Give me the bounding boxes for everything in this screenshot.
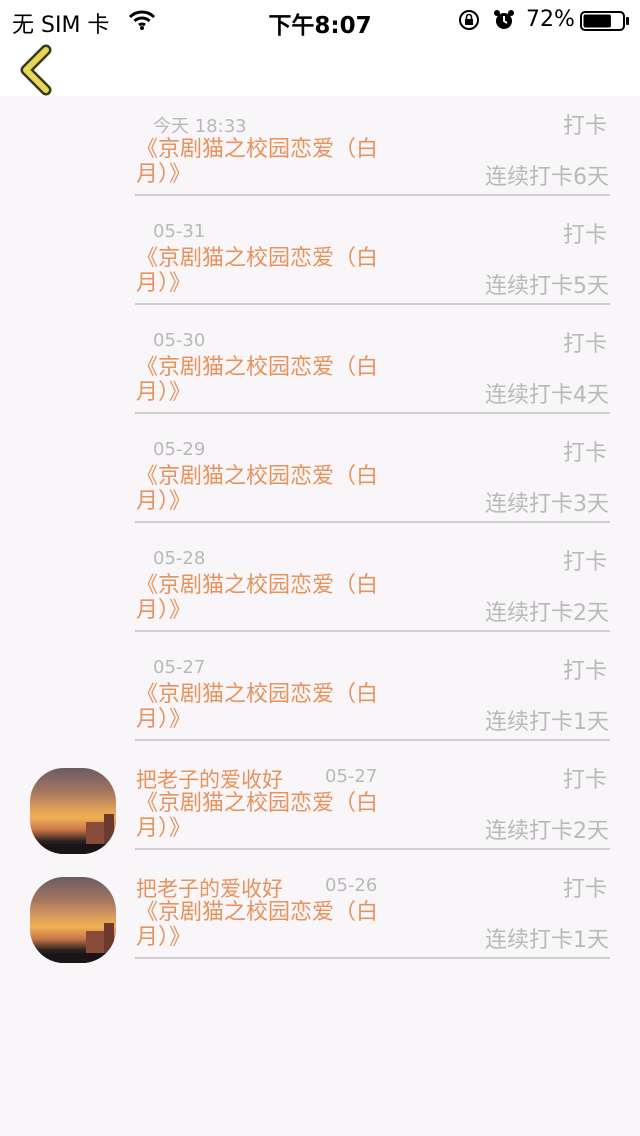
divider	[135, 303, 610, 305]
divider	[135, 957, 610, 959]
book-title[interactable]: 《京剧猫之校园恋爱（白月）》	[136, 464, 416, 514]
streak-count: 连续打卡4天	[485, 383, 609, 408]
username[interactable]: 把老子的爱收好	[136, 873, 283, 903]
book-title[interactable]: 《京剧猫之校园恋爱（白月）》	[136, 573, 416, 623]
divider	[135, 739, 610, 741]
list-item[interactable]: 把老子的爱收好 05-27 《京剧猫之校园恋爱（白月）》 打卡连续打卡2天	[0, 750, 640, 859]
divider	[135, 194, 610, 196]
book-title[interactable]: 《京剧猫之校园恋爱（白月）》	[136, 900, 416, 950]
streak-count: 连续打卡2天	[485, 601, 609, 626]
list-item[interactable]: 05-31 《京剧猫之校园恋爱（白月）》 打卡连续打卡5天	[0, 205, 640, 314]
alarm-icon	[493, 9, 515, 31]
streak-count: 连续打卡2天	[485, 819, 609, 844]
checkin-date: 05-27	[325, 766, 378, 787]
checkin-action: 打卡	[562, 223, 607, 248]
list-item[interactable]: 05-28 《京剧猫之校园恋爱（白月）》 打卡连续打卡2天	[0, 532, 640, 641]
list-item[interactable]: 今天 18:33 《京剧猫之校园恋爱（白月）》 打卡连续打卡6天	[0, 96, 640, 205]
streak-count: 连续打卡6天	[485, 165, 609, 190]
checkin-date: 05-27	[153, 657, 206, 678]
checkin-action: 打卡	[562, 550, 607, 575]
checkin-action: 打卡	[562, 114, 607, 139]
checkin-action: 打卡	[562, 768, 607, 793]
list-item[interactable]: 05-29 《京剧猫之校园恋爱（白月）》 打卡连续打卡3天	[0, 423, 640, 532]
list-item[interactable]: 把老子的爱收好 05-26 《京剧猫之校园恋爱（白月）》 打卡连续打卡1天	[0, 859, 640, 968]
divider	[135, 521, 610, 523]
checkin-action: 打卡	[562, 441, 607, 466]
book-title[interactable]: 《京剧猫之校园恋爱（白月）》	[136, 791, 416, 841]
streak-count: 连续打卡1天	[485, 928, 609, 953]
checkin-action: 打卡	[562, 332, 607, 357]
checkin-list: 今天 18:33 《京剧猫之校园恋爱（白月）》 打卡 连续打卡6天 05-31 《京剧猫之…	[0, 96, 640, 968]
checkin-date: 05-31	[153, 221, 206, 242]
divider	[135, 412, 610, 414]
avatar[interactable]	[30, 877, 116, 963]
status-bar: 无 SIM 卡 下午8:07 72%	[0, 0, 640, 40]
list-item[interactable]: 05-30 《京剧猫之校园恋爱（白月）》 打卡连续打卡4天	[0, 314, 640, 423]
checkin-date: 今天 18:33	[153, 116, 247, 137]
battery-icon	[580, 11, 630, 31]
book-title[interactable]: 《京剧猫之校园恋爱（白月）》	[136, 355, 416, 405]
streak-count: 连续打卡3天	[485, 492, 609, 517]
chevron-left-icon	[20, 44, 52, 96]
username[interactable]: 把老子的爱收好	[136, 764, 283, 794]
checkin-date: 05-30	[153, 330, 206, 351]
checkin-date: 05-29	[153, 439, 206, 460]
avatar[interactable]	[30, 768, 116, 854]
divider	[135, 630, 610, 632]
checkin-action: 打卡	[562, 659, 607, 684]
back-button[interactable]	[16, 44, 60, 96]
book-title[interactable]: 《京剧猫之校园恋爱（白月）》	[136, 246, 416, 296]
book-title[interactable]: 《京剧猫之校园恋爱（白月）》	[136, 682, 416, 732]
divider	[135, 848, 610, 850]
checkin-action: 打卡	[562, 877, 607, 902]
list-item[interactable]: 05-27 《京剧猫之校园恋爱（白月）》 打卡连续打卡1天	[0, 641, 640, 750]
checkin-date: 05-28	[153, 548, 206, 569]
navigation-bar	[0, 40, 640, 96]
streak-count: 连续打卡1天	[485, 710, 609, 735]
streak-count: 连续打卡5天	[485, 274, 609, 299]
rotation-lock-icon	[458, 9, 480, 31]
battery-percentage: 72%	[526, 7, 575, 32]
book-title[interactable]: 《京剧猫之校园恋爱（白月）》	[136, 137, 416, 187]
checkin-date: 05-26	[325, 875, 378, 896]
